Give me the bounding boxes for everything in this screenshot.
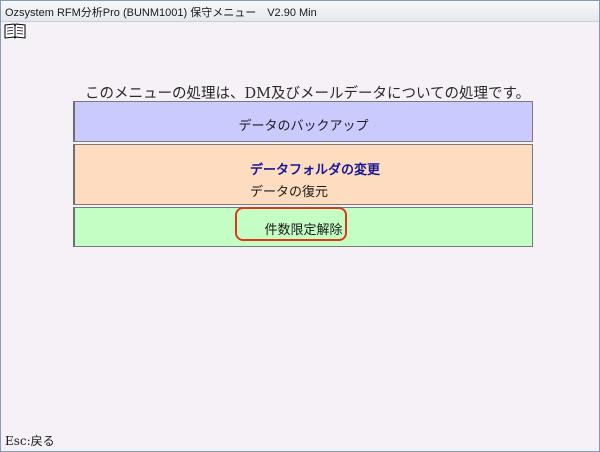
restore-data-button[interactable]: データの復元 xyxy=(250,181,328,200)
menu-description: このメニューの処理は、DM及びメールデータについての処理です。 xyxy=(85,86,531,102)
backup-label: データのバックアップ xyxy=(238,119,369,134)
restore-panel: データフォルダの変更 データの復元 xyxy=(73,144,533,205)
backup-button[interactable]: データのバックアップ xyxy=(73,101,533,142)
limit-release-button[interactable]: 件数限定解除 xyxy=(73,207,533,247)
change-folder-button[interactable]: データフォルダの変更 xyxy=(250,159,380,178)
limit-release-label: 件数限定解除 xyxy=(264,223,343,238)
title-bar: Ozsystem RFM分析Pro (BUNM1001) 保守メニュー V2.9… xyxy=(1,1,599,22)
main-window: Ozsystem RFM分析Pro (BUNM1001) 保守メニュー V2.9… xyxy=(0,0,600,452)
book-icon[interactable] xyxy=(4,23,26,39)
window-title: Ozsystem RFM分析Pro (BUNM1001) 保守メニュー V2.9… xyxy=(5,7,317,19)
esc-back-hint: Esc:戻る xyxy=(5,434,55,448)
